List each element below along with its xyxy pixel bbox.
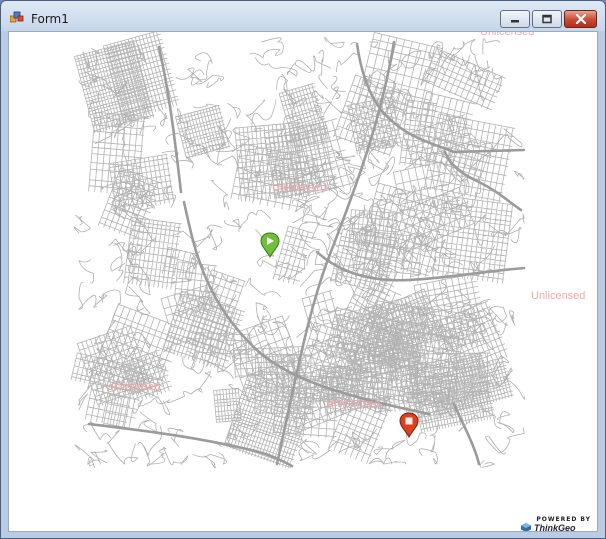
unlicensed-watermark: Unlicensed bbox=[326, 398, 381, 410]
app-icon bbox=[10, 11, 24, 23]
close-button[interactable] bbox=[564, 10, 597, 28]
minimize-button[interactable] bbox=[500, 10, 530, 28]
powered-by-badge: POWERED BY ThinkGeo bbox=[521, 516, 597, 532]
unlicensed-watermark: Unlicensed bbox=[531, 290, 586, 302]
maximize-button[interactable] bbox=[532, 10, 562, 28]
map-view[interactable] bbox=[9, 32, 598, 532]
minimize-icon bbox=[511, 20, 519, 23]
start-marker[interactable] bbox=[260, 232, 280, 259]
thinkgeo-logo-icon bbox=[521, 523, 531, 531]
unlicensed-watermark: Unlicensed bbox=[106, 381, 161, 393]
restore-icon bbox=[542, 14, 552, 24]
street-network bbox=[70, 32, 526, 469]
stop-square-icon bbox=[405, 417, 413, 425]
thinkgeo-wordmark: ThinkGeo bbox=[534, 523, 576, 532]
end-marker[interactable] bbox=[399, 412, 419, 439]
title-bar[interactable]: Form1 bbox=[1, 1, 605, 31]
unlicensed-watermark: Unlicensed bbox=[480, 31, 535, 38]
window-title: Form1 bbox=[31, 12, 69, 26]
unlicensed-watermark: Unlicensed bbox=[272, 182, 327, 194]
close-icon bbox=[575, 14, 586, 24]
application-window: Form1 Unlicensed Unlicensed Unlicensed U… bbox=[0, 0, 606, 539]
powered-by-label: POWERED BY bbox=[536, 516, 591, 523]
form-client-area: Unlicensed Unlicensed Unlicensed Unlicen… bbox=[8, 31, 598, 532]
